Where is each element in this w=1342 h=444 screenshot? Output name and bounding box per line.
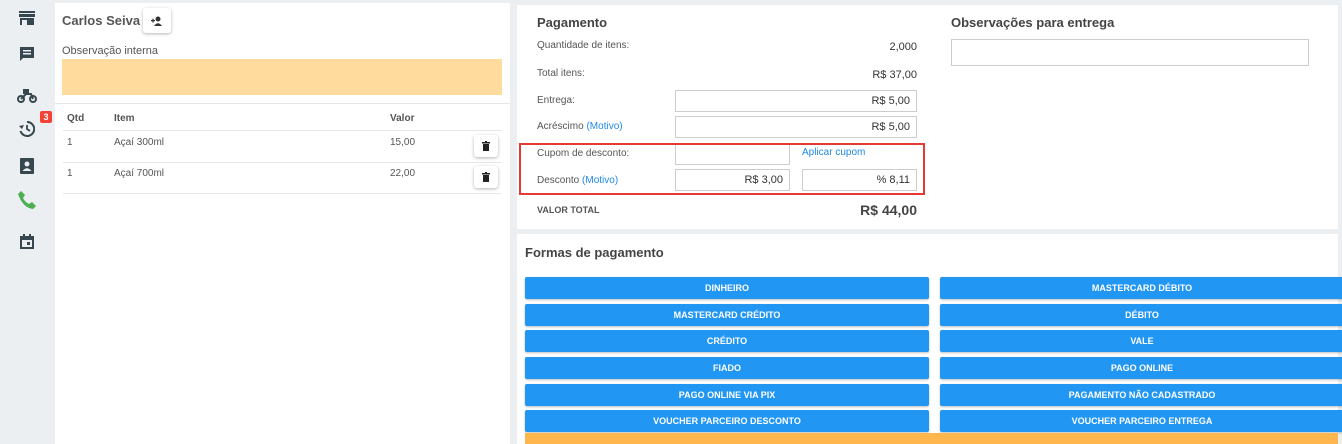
remove-item-button[interactable] [474,135,498,157]
pay-online-pix-button[interactable]: PAGO ONLINE VIA PIX [525,384,929,406]
history-badge: 3 [40,111,52,123]
item-qty: 1 [67,137,73,148]
quantity-label: Quantidade de itens: [537,40,630,51]
internal-note-label: Observação interna [62,45,158,57]
pay-debit-button[interactable]: DÉBITO [940,304,1342,326]
surcharge-label: Acréscimo (Motivo) [537,121,623,132]
store-icon[interactable] [14,6,40,30]
add-contact-button[interactable] [143,8,171,33]
contact-card-icon[interactable] [14,154,40,178]
add-person-icon [151,16,162,26]
pay-partner-delivery-voucher-button[interactable]: VOUCHER PARCEIRO ENTREGA [940,410,1342,432]
column-header-item: Item [114,113,135,124]
item-value: 15,00 [390,137,416,148]
payment-title: Pagamento [537,15,608,30]
surcharge-reason-link[interactable]: (Motivo) [586,121,622,132]
total-items-value: R$ 37,00 [872,69,917,81]
pay-mastercard-debit-button[interactable]: MASTERCARD DÉBITO [940,277,1342,299]
pay-mastercard-credit-button[interactable]: MASTERCARD CRÉDITO [525,304,929,326]
delivery-fee-label: Entrega: [537,95,575,106]
internal-note-field[interactable] [62,59,502,95]
column-header-qty: Qtd [67,113,85,124]
trash-icon [482,172,490,182]
calendar-icon[interactable] [14,230,40,254]
item-value: 22,00 [390,168,416,179]
delivery-moto-icon[interactable] [14,83,40,107]
sidebar: 3 [0,0,54,444]
remove-item-button[interactable] [474,166,498,188]
item-qty: 1 [67,168,73,179]
divider [63,130,501,131]
total-items-label: Total itens: [537,68,585,79]
delivery-fee-field[interactable]: R$ 5,00 [675,90,917,112]
grand-total-label: VALOR TOTAL [537,205,600,215]
column-header-value: Valor [390,113,415,124]
payment-methods-card: Formas de pagamento DINHEIRO MASTERCARD … [517,234,1342,444]
order-panel: Carlos Seiva Observação interna Qtd Item… [55,3,510,444]
trash-icon [482,141,490,151]
discount-highlight-box [519,143,925,195]
pay-partner-discount-voucher-button[interactable]: VOUCHER PARCEIRO DESCONTO [525,410,929,432]
payment-methods-title: Formas de pagamento [525,245,664,260]
delivery-notes-field[interactable] [951,39,1309,66]
customer-name: Carlos Seiva [62,13,141,28]
delivery-notes-title: Observações para entrega [951,15,1115,30]
surcharge-label-text: Acréscimo [537,121,584,132]
pay-credit-button[interactable]: CRÉDITO [525,330,929,352]
divider [63,162,501,163]
pay-on-credit-button[interactable]: FIADO [525,357,929,379]
quantity-value: 2,000 [889,41,917,53]
payment-card: Pagamento Quantidade de itens: 2,000 Tot… [517,5,1338,229]
history-icon[interactable] [14,117,40,141]
chat-icon[interactable] [14,42,40,66]
item-name: Açaí 300ml [114,137,165,148]
pay-online-button[interactable]: PAGO ONLINE [940,357,1342,379]
divider [55,103,510,104]
pay-unregistered-button[interactable]: PAGAMENTO NÃO CADASTRADO [940,384,1342,406]
pay-voucher-button[interactable]: VALE [940,330,1342,352]
phone-icon[interactable] [14,188,40,212]
pay-cash-button[interactable]: DINHEIRO [525,277,929,299]
surcharge-field[interactable]: R$ 5,00 [675,116,917,138]
item-name: Açaí 700ml [114,168,165,179]
grand-total-value: R$ 44,00 [860,202,917,218]
footer-action-bar[interactable] [525,433,1338,444]
divider [63,193,501,194]
